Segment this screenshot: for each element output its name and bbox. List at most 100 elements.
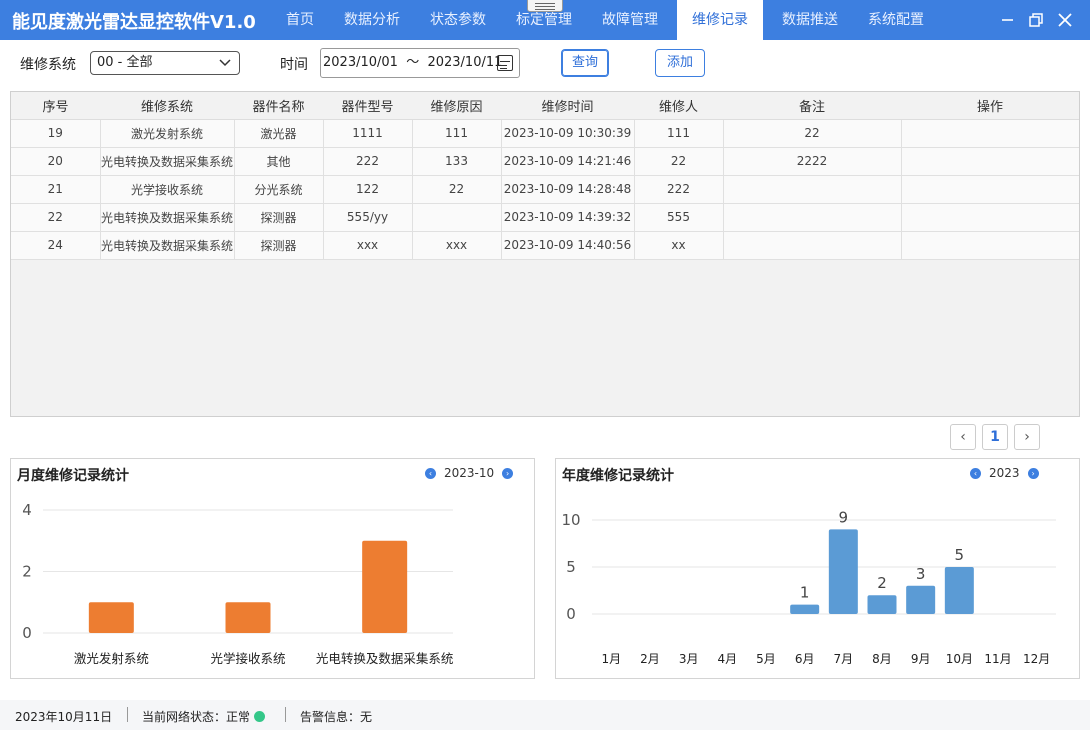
bar: [362, 540, 408, 633]
data-label: 1: [800, 584, 810, 602]
y-tick-label: 5: [566, 558, 576, 576]
prev-year-icon[interactable]: ‹: [970, 467, 981, 479]
bar: [944, 567, 974, 614]
bar: [906, 585, 936, 614]
next-page-button[interactable]: ›: [1014, 424, 1040, 450]
main-nav: 首页 数据分析 状态参数 标定管理 故障管理 维修记录 数据推送 系统配置: [271, 0, 939, 40]
col-header-actions[interactable]: 操作: [901, 92, 1079, 120]
bar: [88, 602, 134, 633]
cell-actions: [901, 231, 1079, 260]
table-row[interactable]: 22 光电转换及数据采集系统 探测器 555/yy 2023-10-09 14:39:3…: [11, 203, 1079, 232]
maintenance-table: 序号 维修系统 器件名称 器件型号 维修原因 维修时间 维修人 备注 操作 19…: [10, 91, 1080, 417]
cell-device-model: 222: [323, 147, 413, 176]
cell-device-name: 分光系统: [234, 175, 324, 204]
data-label: 9: [839, 508, 849, 526]
col-header-device-name[interactable]: 器件名称: [234, 92, 323, 120]
col-header-reason[interactable]: 维修原因: [412, 92, 501, 120]
calendar-icon[interactable]: [497, 55, 513, 71]
y-tick-label: 10: [561, 511, 580, 529]
cell-device-model: xxx: [323, 231, 413, 260]
cell-time: 2023-10-09 14:21:46: [501, 147, 635, 176]
cell-device-model: 1111: [323, 119, 413, 148]
cell-device-name: 其他: [234, 147, 324, 176]
status-bar: 2023年10月11日 当前网络状态：正常 告警信息：无: [0, 700, 1090, 730]
date-range-value: 2023/10/01 ～ 2023/10/11: [323, 55, 503, 70]
col-header-device-model[interactable]: 器件型号: [323, 92, 412, 120]
x-tick-label: 5月: [756, 652, 776, 666]
table-row[interactable]: 24 光电转换及数据采集系统 探测器 xxx xxx 2023-10-09 14:40:5…: [11, 231, 1079, 260]
yearly-period: 2023: [989, 466, 1020, 480]
col-header-system[interactable]: 维修系统: [100, 92, 234, 120]
alarm-status: 告警信息：无: [300, 710, 373, 724]
x-tick-label: 10月: [946, 652, 973, 666]
table-row[interactable]: 20 光电转换及数据采集系统 其他 222 133 2023-10-09 14:21:46…: [11, 147, 1079, 176]
cell-reason: [412, 203, 502, 232]
cell-index: 21: [11, 175, 101, 204]
x-tick-label: 6月: [795, 652, 815, 666]
prev-page-button[interactable]: ‹: [950, 424, 976, 450]
add-button[interactable]: 添加: [655, 49, 705, 77]
x-tick-label: 光学接收系统: [210, 651, 285, 666]
prev-month-icon[interactable]: ‹: [425, 467, 436, 479]
yearly-panel-title: 年度维修记录统计: [562, 468, 674, 484]
cell-time: 2023-10-09 14:40:56: [501, 231, 635, 260]
table-header-row: 序号 维修系统 器件名称 器件型号 维修原因 维修时间 维修人 备注 操作: [11, 92, 1079, 120]
nav-data-push[interactable]: 数据推送: [767, 0, 853, 40]
yearly-chart: 0 5 10 1月 2月 3月 4月 5月 6月 1 7月 9 8月 2 9月 3 10月 5 11月 12月: [561, 508, 1056, 666]
nav-home[interactable]: 首页: [271, 0, 329, 40]
bar: [225, 602, 271, 633]
monthly-chart: 0 2 4 激光发射系统 光学接收系统 光电转换及数据采集系统: [22, 501, 453, 666]
cell-time: 2023-10-09 10:30:39: [501, 119, 635, 148]
cell-system: 光学接收系统: [100, 175, 235, 204]
next-year-icon[interactable]: ›: [1027, 467, 1039, 479]
cell-remark: [723, 175, 902, 204]
nav-system-config[interactable]: 系统配置: [853, 0, 939, 40]
cell-device-name: 探测器: [234, 203, 324, 232]
data-label: 5: [955, 546, 965, 564]
x-tick-label: 7月: [834, 652, 854, 666]
system-select-value: 00 - 全部: [97, 55, 153, 70]
cell-reason: xxx: [412, 231, 502, 260]
nav-fault[interactable]: 故障管理: [587, 0, 673, 40]
system-filter-label: 维修系统: [20, 57, 76, 73]
network-status: 当前网络状态：正常: [142, 708, 266, 725]
table-row[interactable]: 21 光学接收系统 分光系统 122 22 2023-10-09 14:28:48 222: [11, 175, 1079, 204]
title-bar: 能见度激光雷达显控软件V1.0 首页 数据分析 状态参数 标定管理 故障管理 维…: [0, 0, 1090, 40]
system-select[interactable]: 00 - 全部: [90, 51, 240, 75]
y-tick-label: 0: [566, 605, 576, 623]
data-label: 3: [916, 565, 926, 583]
cell-reason: 133: [412, 147, 502, 176]
next-month-icon[interactable]: ›: [502, 467, 514, 479]
nav-maintenance[interactable]: 维修记录: [677, 0, 763, 40]
status-divider: [127, 707, 128, 722]
cell-device-name: 激光器: [234, 119, 324, 148]
col-header-index[interactable]: 序号: [11, 92, 100, 120]
app-title: 能见度激光雷达显控软件V1.0: [12, 12, 256, 33]
close-icon[interactable]: [1055, 10, 1075, 30]
cell-actions: [901, 175, 1079, 204]
nav-data-analysis[interactable]: 数据分析: [329, 0, 415, 40]
cell-device-name: 探测器: [234, 231, 324, 260]
cell-actions: [901, 203, 1079, 232]
col-header-remark[interactable]: 备注: [723, 92, 901, 120]
col-header-person[interactable]: 维修人: [634, 92, 723, 120]
minimize-icon[interactable]: [998, 10, 1018, 30]
x-tick-label: 1月: [602, 652, 622, 666]
page-number-button[interactable]: 1: [982, 424, 1008, 450]
cell-system: 激光发射系统: [100, 119, 235, 148]
nav-status-params[interactable]: 状态参数: [415, 0, 501, 40]
restore-icon[interactable]: [1026, 10, 1046, 30]
cell-system: 光电转换及数据采集系统: [100, 203, 235, 232]
cell-person: 222: [634, 175, 724, 204]
query-button[interactable]: 查询: [561, 49, 609, 77]
cell-remark: 2222: [723, 147, 902, 176]
drag-handle[interactable]: [527, 0, 563, 12]
cell-index: 22: [11, 203, 101, 232]
col-header-time[interactable]: 维修时间: [501, 92, 634, 120]
y-tick-label: 0: [22, 624, 32, 642]
date-range-picker[interactable]: 2023/10/01 ～ 2023/10/11: [320, 48, 520, 78]
bar: [828, 529, 858, 614]
x-tick-label: 激光发射系统: [74, 651, 149, 666]
cell-remark: [723, 203, 902, 232]
table-row[interactable]: 19 激光发射系统 激光器 1111 111 2023-10-09 10:30:39 111…: [11, 119, 1079, 148]
